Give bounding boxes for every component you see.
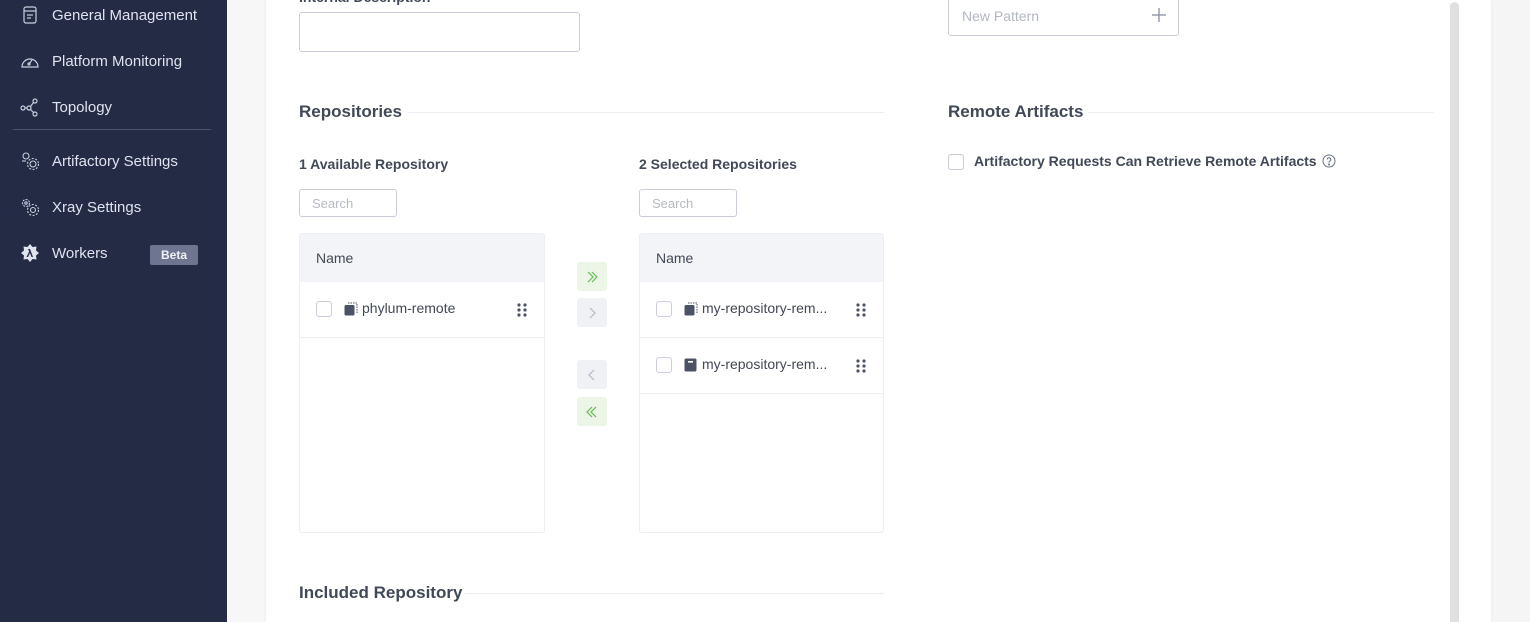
repository-name: my-repository-rem... xyxy=(702,356,828,372)
move-all-left-button[interactable] xyxy=(577,397,607,426)
workers-icon xyxy=(20,243,40,263)
sidebar-item-label: Platform Monitoring xyxy=(52,52,183,70)
page-right-margin xyxy=(1491,0,1530,622)
available-repositories-list: Name phylum-remote xyxy=(299,233,545,533)
selected-repositories-title: 2 Selected Repositories xyxy=(639,156,797,172)
sidebar-item-label: Workers xyxy=(52,244,108,262)
sidebar-divider xyxy=(13,129,211,130)
sidebar-item-xray-settings[interactable]: Xray Settings xyxy=(0,187,227,227)
new-pattern-placeholder: New Pattern xyxy=(962,8,1040,24)
sidebar-item-label: Artifactory Settings xyxy=(52,152,178,170)
artifactory-settings-icon xyxy=(20,151,40,171)
row-checkbox[interactable] xyxy=(656,357,672,373)
local-repository-icon xyxy=(684,358,698,372)
internal-description-label: Internal Description xyxy=(299,0,430,5)
sidebar-item-label: Topology xyxy=(52,98,113,116)
repository-name: my-repository-rem... xyxy=(702,300,828,316)
remote-repository-icon xyxy=(344,302,358,316)
drag-handle-icon[interactable] xyxy=(855,359,867,373)
list-header: Name xyxy=(640,234,883,282)
retrieve-remote-artifacts-checkbox[interactable] xyxy=(948,154,964,170)
available-repositories-title: 1 Available Repository xyxy=(299,156,449,172)
sidebar-item-label: General Management xyxy=(52,6,198,24)
sidebar: General Management Platform Monitoring T… xyxy=(0,0,227,622)
move-right-button[interactable] xyxy=(577,298,607,327)
plus-icon[interactable] xyxy=(1150,6,1168,24)
repositories-section-title: Repositories xyxy=(299,102,402,121)
search-placeholder: Search xyxy=(312,196,354,211)
sidebar-item-label: Xray Settings xyxy=(52,198,142,216)
available-search-input[interactable]: Search xyxy=(299,189,397,217)
section-divider xyxy=(1088,112,1434,113)
name-column-header[interactable]: Name xyxy=(316,250,353,266)
sidebar-item-platform-monitoring[interactable]: Platform Monitoring xyxy=(0,41,227,81)
selected-search-input[interactable]: Search xyxy=(639,189,737,217)
name-column-header[interactable]: Name xyxy=(656,250,693,266)
list-header: Name xyxy=(300,234,544,282)
internal-description-input[interactable] xyxy=(299,12,580,52)
double-chevron-right-icon xyxy=(587,271,598,282)
remote-repository-icon xyxy=(684,302,698,316)
move-all-right-button[interactable] xyxy=(577,262,607,291)
document-icon xyxy=(20,5,40,25)
remote-artifacts-section-title: Remote Artifacts xyxy=(948,102,1084,121)
xray-settings-icon xyxy=(20,197,40,217)
repository-name: phylum-remote xyxy=(362,300,456,316)
sidebar-item-artifactory-settings[interactable]: Artifactory Settings xyxy=(0,141,227,181)
row-checkbox[interactable] xyxy=(656,301,672,317)
help-icon[interactable] xyxy=(1322,154,1336,168)
row-checkbox[interactable] xyxy=(316,301,332,317)
search-placeholder: Search xyxy=(652,196,694,211)
sidebar-item-topology[interactable]: Topology xyxy=(0,87,227,127)
selected-repositories-list: Name my-repository-rem... my-repository-… xyxy=(639,233,884,533)
included-repository-section-title: Included Repository xyxy=(299,583,463,602)
new-pattern-input[interactable]: New Pattern xyxy=(948,0,1179,36)
retrieve-remote-artifacts-label[interactable]: Artifactory Requests Can Retrieve Remote… xyxy=(974,153,1317,169)
drag-handle-icon[interactable] xyxy=(516,303,528,317)
list-item[interactable]: phylum-remote xyxy=(300,282,544,338)
gauge-icon xyxy=(20,51,40,71)
chevron-left-icon xyxy=(588,369,595,380)
list-item[interactable]: my-repository-rem... xyxy=(640,338,883,394)
drag-handle-icon[interactable] xyxy=(855,303,867,317)
double-chevron-left-icon xyxy=(586,406,597,417)
sidebar-item-general-management[interactable]: General Management xyxy=(0,0,227,35)
beta-badge: Beta xyxy=(150,245,198,265)
move-left-button[interactable] xyxy=(577,360,607,389)
section-divider xyxy=(465,593,884,594)
list-item[interactable]: my-repository-rem... xyxy=(640,282,883,338)
vertical-scrollbar[interactable] xyxy=(1450,2,1459,622)
section-divider xyxy=(408,112,884,113)
topology-icon xyxy=(20,97,40,117)
chevron-right-icon xyxy=(589,307,596,318)
